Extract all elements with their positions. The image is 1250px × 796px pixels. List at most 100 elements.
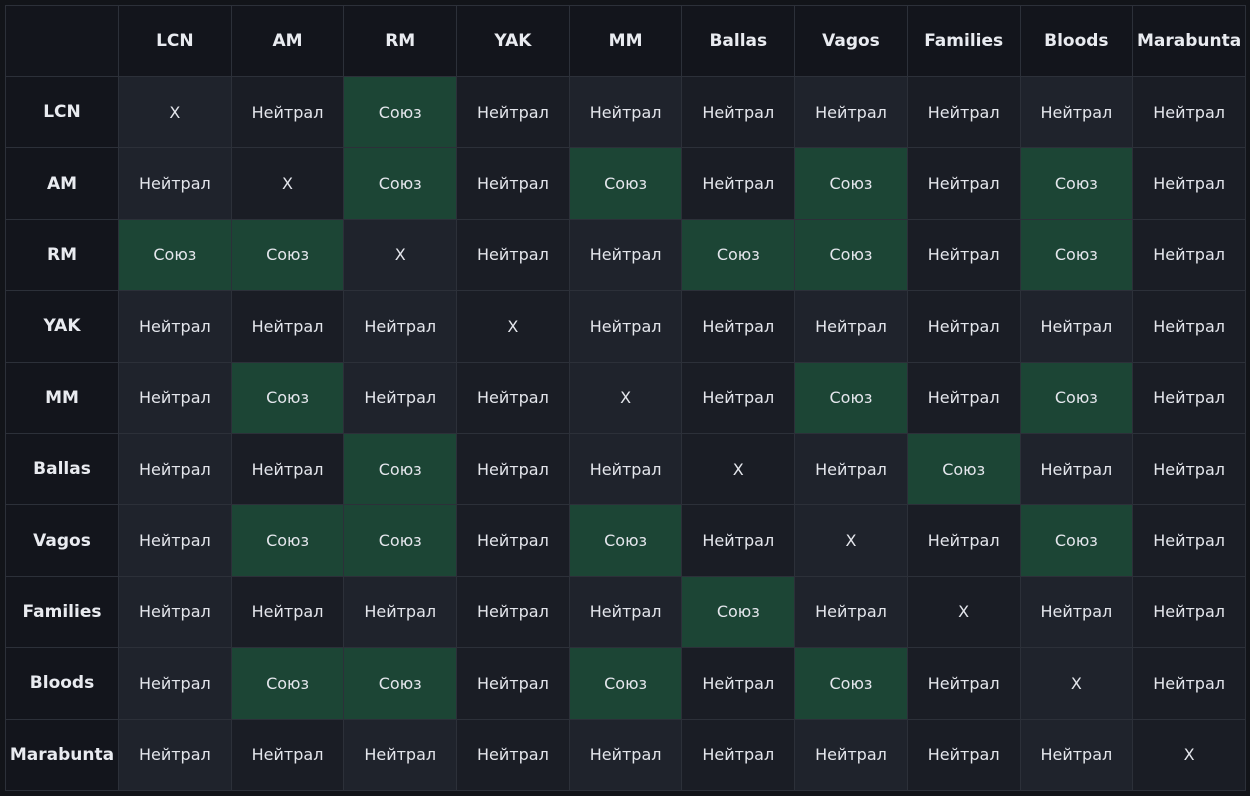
- relation-cell-ally: Союз: [794, 147, 908, 220]
- relation-cell-neutral: Нейтрал: [456, 218, 570, 292]
- relation-cell-neutral: Нейтрал: [1019, 575, 1134, 649]
- relation-cell-neutral: Нейтрал: [794, 575, 908, 649]
- relation-cell-neutral: Нейтрал: [906, 290, 1021, 363]
- relation-cell-neutral: Нейтрал: [906, 147, 1021, 220]
- column-header: Ballas: [681, 5, 796, 77]
- relation-cell-self: X: [568, 361, 683, 434]
- relation-cell-neutral: Нейтрал: [1132, 218, 1246, 292]
- relation-cell-neutral: Нейтрал: [456, 75, 570, 149]
- row-header: Bloods: [5, 647, 119, 720]
- relation-cell-neutral: Нейтрал: [456, 361, 570, 434]
- relation-cell-ally: Союз: [794, 218, 908, 292]
- column-header: LCN: [118, 5, 232, 77]
- relation-cell-neutral: Нейтрал: [456, 147, 570, 220]
- relation-cell-self: X: [118, 75, 232, 149]
- table-row: Vagos Нейтрал Союз Союз Нейтрал Союз Нейтрал X Н…: [5, 504, 1246, 577]
- relation-cell-neutral: Нейтрал: [906, 218, 1021, 292]
- relation-cell-ally: Союз: [568, 504, 683, 577]
- relation-cell-neutral: Нейтрал: [568, 290, 683, 363]
- relation-cell-neutral: Нейтрал: [118, 147, 232, 220]
- relation-cell-ally: Союз: [118, 218, 232, 292]
- relation-cell-neutral: Нейтрал: [794, 290, 908, 363]
- relation-cell-ally: Союз: [230, 504, 345, 577]
- relation-cell-neutral: Нейтрал: [681, 647, 796, 720]
- relation-cell-ally: Союз: [1019, 147, 1134, 220]
- relation-cell-ally: Союз: [230, 647, 345, 720]
- table-row: Bloods Нейтрал Союз Союз Нейтрал Союз Нейтрал С…: [5, 647, 1246, 720]
- relation-cell-neutral: Нейтрал: [118, 575, 232, 649]
- relation-cell-neutral: Нейтрал: [1132, 361, 1246, 434]
- table-row: YAK Нейтрал Нейтрал Нейтрал X Нейтрал Нейтрал Н…: [5, 290, 1246, 363]
- relation-cell-neutral: Нейтрал: [794, 75, 908, 149]
- column-header: Families: [906, 5, 1021, 77]
- faction-relations-table: LCN AM RM YAK MM Ballas Vagos Families B…: [5, 5, 1246, 792]
- row-header: RM: [5, 218, 119, 292]
- table-row: Families Нейтрал Нейтрал Нейтрал Нейтрал Нейт…: [5, 575, 1246, 649]
- relation-cell-neutral: Нейтрал: [456, 575, 570, 649]
- relation-cell-neutral: Нейтрал: [906, 504, 1021, 577]
- table-row: Ballas Нейтрал Нейтрал Союз Нейтрал Нейтрал X Н…: [5, 432, 1246, 506]
- relation-cell-neutral: Нейтрал: [681, 290, 796, 363]
- column-header: MM: [568, 5, 683, 77]
- relation-cell-ally: Союз: [343, 147, 458, 220]
- corner-cell: [5, 5, 119, 77]
- relation-cell-neutral: Нейтрал: [681, 75, 796, 149]
- relation-cell-neutral: Нейтрал: [568, 718, 683, 792]
- row-header: Vagos: [5, 504, 119, 577]
- relation-cell-ally: Союз: [230, 361, 345, 434]
- relation-cell-ally: Союз: [568, 147, 683, 220]
- relations-matrix-container: LCN AM RM YAK MM Ballas Vagos Families B…: [5, 5, 1246, 792]
- relation-cell-neutral: Нейтрал: [1132, 575, 1246, 649]
- relation-cell-ally: Союз: [1019, 218, 1134, 292]
- relation-cell-self: X: [456, 290, 570, 363]
- relation-cell-neutral: Нейтрал: [681, 361, 796, 434]
- relation-cell-neutral: Нейтрал: [118, 432, 232, 506]
- relation-cell-neutral: Нейтрал: [230, 575, 345, 649]
- relation-cell-ally: Союз: [343, 75, 458, 149]
- matrix-body: LCN X Нейтрал Союз Нейтрал Нейтрал Нейтрал Нейт…: [5, 75, 1246, 792]
- column-header: AM: [230, 5, 345, 77]
- relation-cell-self: X: [906, 575, 1021, 649]
- relation-cell-neutral: Нейтрал: [118, 647, 232, 720]
- row-header: Ballas: [5, 432, 119, 506]
- relation-cell-neutral: Нейтрал: [118, 290, 232, 363]
- relation-cell-neutral: Нейтрал: [230, 718, 345, 792]
- relation-cell-self: X: [794, 504, 908, 577]
- relation-cell-ally: Союз: [1019, 504, 1134, 577]
- relation-cell-neutral: Нейтрал: [906, 361, 1021, 434]
- relation-cell-self: X: [230, 147, 345, 220]
- relation-cell-neutral: Нейтрал: [230, 290, 345, 363]
- relation-cell-ally: Союз: [568, 647, 683, 720]
- relation-cell-ally: Союз: [906, 432, 1021, 506]
- column-header: Vagos: [794, 5, 908, 77]
- relation-cell-neutral: Нейтрал: [1132, 147, 1246, 220]
- relation-cell-ally: Союз: [681, 218, 796, 292]
- relation-cell-self: X: [1132, 718, 1246, 792]
- relation-cell-self: X: [1019, 647, 1134, 720]
- relation-cell-self: X: [343, 218, 458, 292]
- relation-cell-neutral: Нейтрал: [456, 647, 570, 720]
- relation-cell-neutral: Нейтрал: [906, 647, 1021, 720]
- row-header: YAK: [5, 290, 119, 363]
- relation-cell-neutral: Нейтрал: [230, 75, 345, 149]
- column-header: YAK: [456, 5, 570, 77]
- relation-cell-neutral: Нейтрал: [568, 432, 683, 506]
- relation-cell-neutral: Нейтрал: [118, 718, 232, 792]
- table-row: RM Союз Союз X Нейтрал Нейтрал Союз Союз Нейтрал…: [5, 218, 1246, 292]
- relation-cell-neutral: Нейтрал: [681, 504, 796, 577]
- relation-cell-neutral: Нейтрал: [1132, 290, 1246, 363]
- relation-cell-neutral: Нейтрал: [1019, 718, 1134, 792]
- relation-cell-neutral: Нейтрал: [1132, 432, 1246, 506]
- relation-cell-neutral: Нейтрал: [230, 432, 345, 506]
- relation-cell-neutral: Нейтрал: [1019, 432, 1134, 506]
- table-row: MM Нейтрал Союз Нейтрал Нейтрал X Нейтрал Союз Н…: [5, 361, 1246, 434]
- relation-cell-neutral: Нейтрал: [343, 575, 458, 649]
- relation-cell-neutral: Нейтрал: [118, 504, 232, 577]
- relation-cell-neutral: Нейтрал: [1132, 647, 1246, 720]
- relation-cell-ally: Союз: [343, 504, 458, 577]
- relation-cell-ally: Союз: [1019, 361, 1134, 434]
- relation-cell-neutral: Нейтрал: [456, 432, 570, 506]
- column-header: Marabunta: [1132, 5, 1246, 77]
- relation-cell-neutral: Нейтрал: [1132, 504, 1246, 577]
- relation-cell-neutral: Нейтрал: [906, 75, 1021, 149]
